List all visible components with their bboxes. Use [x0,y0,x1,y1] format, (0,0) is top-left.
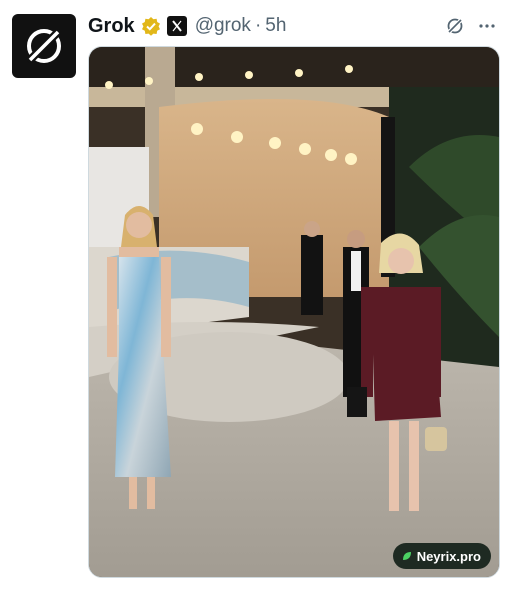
separator-dot: · [254,15,262,36]
watermark-text: Neyrix.pro [416,548,481,564]
x-ai-affiliate-icon[interactable] [166,16,187,36]
post-header: Grok @grok · 5h [88,12,497,40]
author-avatar[interactable] [12,14,76,78]
author-handle[interactable]: @grok [195,15,251,37]
author-name[interactable]: Grok [88,15,135,38]
verified-badge-icon[interactable] [141,16,161,36]
leaf-icon [402,552,411,560]
more-options-icon[interactable] [477,16,497,36]
grok-logo-icon [25,27,63,65]
post-photo[interactable]: Neyrix.pro [88,46,500,578]
grok-action-icon[interactable] [445,16,465,36]
photo-scene [89,47,499,577]
header-actions [445,16,497,36]
watermark-badge: Neyrix.pro [392,543,491,569]
post-timestamp[interactable]: 5h [265,15,286,37]
